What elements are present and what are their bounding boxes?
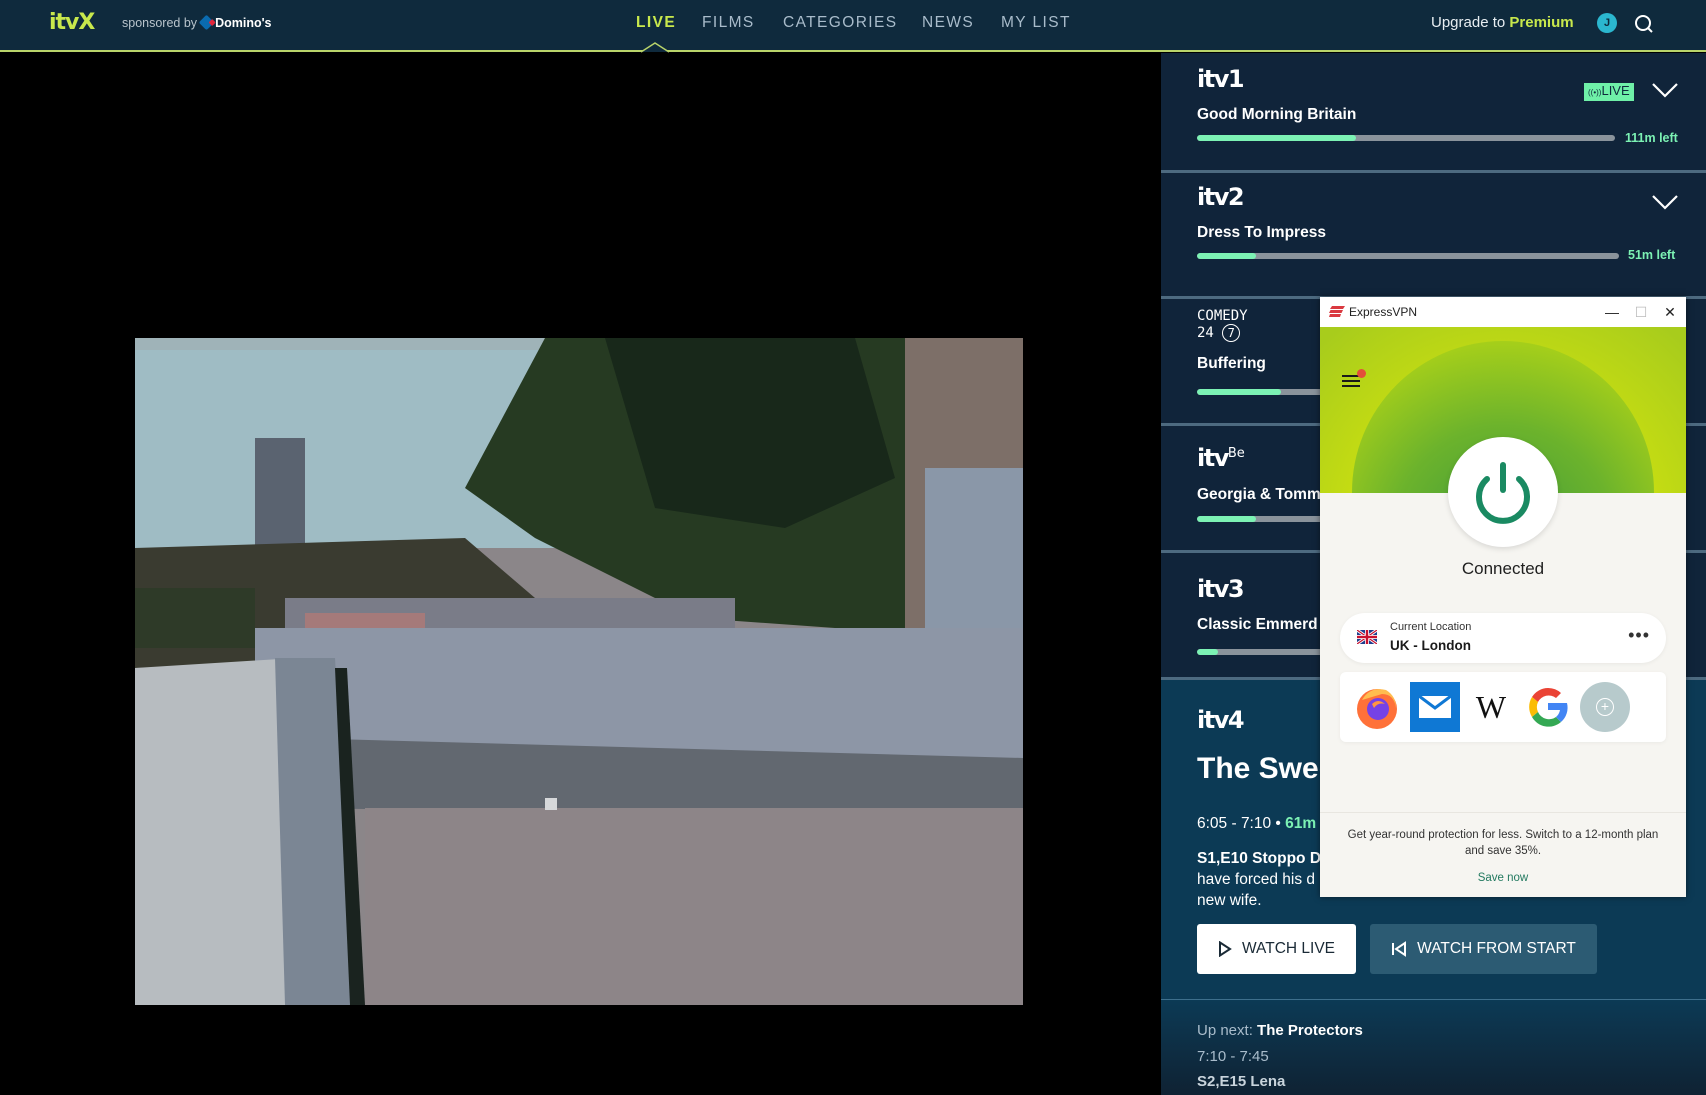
programme-title: Georgia & Tomm [1197,486,1321,503]
live-badge-label: LIVE [1601,83,1630,98]
nav-my-list[interactable]: MY LIST [1001,14,1071,32]
uk-flag-icon [1357,630,1377,644]
location-label: Current Location [1390,621,1472,633]
firefox-icon[interactable] [1352,682,1402,732]
wikipedia-icon[interactable]: W [1466,682,1516,732]
progress-fill [1197,649,1218,655]
channel-row-itv1[interactable]: itv1 ((•))LIVE Good Morning Britain 111m… [1161,53,1706,173]
featured-time: 6:05 - 7:10 • 61m l [1197,815,1325,832]
more-options-icon[interactable]: ••• [1628,625,1650,646]
channel-row-itv2[interactable]: itv2 Dress To Impress 51m left [1161,173,1706,299]
watch-live-button[interactable]: WATCH LIVE [1197,924,1356,974]
nav-news[interactable]: NEWS [922,14,974,32]
progress-bar [1197,253,1619,259]
save-now-link[interactable]: Save now [1320,872,1686,884]
itv4-logo: itv4 [1197,706,1245,734]
progress-bar [1197,135,1615,141]
active-nav-indicator-icon [641,42,669,53]
progress-fill [1197,253,1257,259]
premium-label: Premium [1509,14,1574,31]
itv2-logo: itv2 [1197,183,1245,211]
add-shortcut-button[interactable]: + [1580,682,1630,732]
vpn-title-bar[interactable]: ExpressVPN — ☐ ✕ [1320,297,1686,327]
search-icon[interactable] [1633,13,1655,35]
upgrade-premium-link[interactable]: Upgrade to Premium [1431,14,1574,31]
live-badge: ((•))LIVE [1584,83,1634,101]
logo-line-1: COMEDY [1197,308,1248,324]
expressvpn-logo-icon [1329,306,1345,317]
itv3-logo: itv3 [1197,575,1245,603]
chevron-down-icon[interactable] [1651,193,1679,211]
power-icon [1476,462,1530,524]
time-remaining: 111m left [1625,131,1678,145]
upgrade-prefix: Upgrade to [1431,14,1506,31]
programme-title: Good Morning Britain [1197,106,1357,123]
restart-icon [1392,941,1407,957]
progress-fill [1197,516,1256,522]
broadcast-icon: ((•)) [1588,88,1602,97]
itv1-logo: itv1 [1197,65,1245,93]
up-next-time: 7:10 - 7:45 [1197,1048,1269,1065]
dominos-logo-icon [198,14,215,31]
sponsor-name: Domino's [215,16,272,30]
power-button[interactable] [1448,437,1558,547]
connection-status: Connected [1461,559,1545,578]
nav-live[interactable]: LIVE [636,14,676,32]
top-nav-bar: itvX sponsored by Domino's LIVE FILMS CAT… [0,0,1706,53]
chevron-down-icon[interactable] [1651,81,1679,99]
google-icon[interactable] [1523,682,1573,732]
time-remaining: 51m left [1628,248,1676,262]
progress-fill [1197,135,1356,141]
nav-categories[interactable]: CATEGORIES [783,14,897,32]
sponsor-text: sponsored by Domino's [122,14,272,31]
maximize-button[interactable]: ☐ [1631,302,1651,322]
notification-dot [1357,369,1366,378]
watch-from-start-button[interactable]: WATCH FROM START [1370,924,1597,974]
itvbe-logo: itvBe [1197,444,1245,472]
mail-icon[interactable] [1410,682,1460,732]
location-selector[interactable]: Current Location UK - London ••• [1340,613,1666,663]
time-remaining: 61m l [1285,815,1325,832]
menu-icon[interactable] [1342,369,1366,389]
vpn-title: ExpressVPN [1349,305,1418,319]
comedy-24-7-logo: COMEDY 24 7 [1197,309,1248,342]
programme-title: Dress To Impress [1197,224,1326,241]
video-player[interactable] [135,338,1023,1005]
video-frame-image [135,338,1023,1005]
progress-fill [1197,389,1281,395]
nav-films[interactable]: FILMS [702,14,755,32]
play-icon [1218,941,1232,957]
promo-text: Get year-round protection for less. Swit… [1347,829,1659,857]
programme-title: Classic Emmerd [1197,616,1318,633]
app-shortcuts: W + [1340,672,1666,742]
sponsor-prefix: sponsored by [122,16,198,30]
user-avatar[interactable]: J [1597,13,1617,33]
divider [1320,812,1686,813]
up-next-title: Up next: The Protectors [1197,1022,1363,1039]
add-icon: + [1596,698,1614,716]
location-value: UK - London [1390,638,1471,653]
close-button[interactable]: ✕ [1660,302,1680,322]
logo-line-2: 24 7 [1197,324,1248,342]
featured-title: The Swee [1197,752,1336,785]
up-next-section: Up next: The Protectors 7:10 - 7:45 S2,E… [1161,1000,1706,1095]
up-next-episode: S2,E15 Lena [1197,1073,1286,1090]
programme-title: Buffering [1197,355,1266,372]
itvx-logo[interactable]: itvX [49,10,95,35]
minimize-button[interactable]: — [1602,302,1622,322]
expressvpn-window: ExpressVPN — ☐ ✕ Connected Current Locat… [1320,297,1686,897]
